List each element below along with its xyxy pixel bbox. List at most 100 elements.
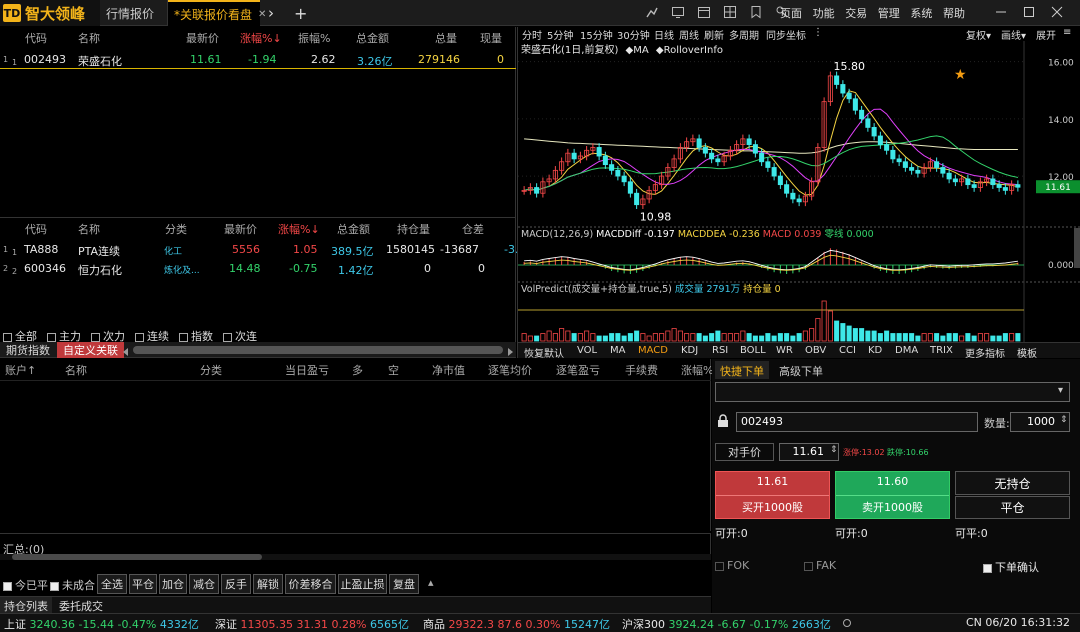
menu-function[interactable]: 功能	[813, 5, 835, 21]
col-category[interactable]: 分类	[165, 221, 187, 237]
minimize-icon[interactable]	[995, 6, 1007, 18]
buy-open-button[interactable]: 11.61 买开1000股	[715, 471, 830, 519]
expand-button[interactable]: 展开	[1036, 27, 1056, 42]
tab-orders[interactable]: 委托成交	[55, 597, 107, 613]
period-timeshare[interactable]: 分时	[522, 27, 542, 42]
table-row[interactable]: 2 2 600346 恒力石化 炼化及... 14.48 -0.75 1.42亿…	[0, 261, 516, 279]
period-day[interactable]: 日线	[654, 27, 674, 42]
indicator-trix[interactable]: TRIX	[930, 345, 953, 356]
checkbox[interactable]	[135, 332, 144, 342]
col-account[interactable]: 账户↑	[5, 362, 36, 378]
menu-icon[interactable]: ≡	[1063, 27, 1071, 38]
indicator-kdj[interactable]: KDJ	[681, 345, 698, 356]
check-today-closed[interactable]: 今已平	[3, 577, 48, 593]
col-name[interactable]: 名称	[65, 362, 87, 378]
stepper-arrows-icon[interactable]: ⇕	[830, 445, 838, 455]
menu-manage[interactable]: 管理	[878, 5, 900, 21]
menu-page[interactable]: 页面	[780, 5, 802, 21]
tab-custom-related[interactable]: 自定义关联	[57, 342, 124, 358]
adjust-dropdown[interactable]: 复权▾	[966, 27, 991, 42]
col-net-value[interactable]: 净市值	[432, 362, 465, 378]
col-short[interactable]: 空	[388, 362, 399, 378]
indicator-kd[interactable]: KD	[868, 345, 882, 356]
price-mode-button[interactable]: 对手价	[715, 443, 774, 461]
refresh-button[interactable]: 刷新	[704, 27, 724, 42]
scroll-thumb[interactable]	[12, 554, 262, 560]
col-long[interactable]: 多	[352, 362, 363, 378]
scroll-right-icon[interactable]	[506, 346, 514, 356]
fak-option[interactable]: FAK	[804, 559, 836, 572]
col-daily-pnl[interactable]: 当日盈亏	[285, 362, 329, 378]
grid-icon[interactable]	[723, 5, 737, 19]
more-icon[interactable]: ▴	[428, 576, 434, 589]
lock-icon[interactable]	[716, 414, 730, 428]
col-category[interactable]: 分类	[200, 362, 222, 378]
period-30min[interactable]: 30分钟	[617, 27, 650, 42]
indicator-obv[interactable]: OBV	[805, 345, 826, 356]
indicator-wr[interactable]: WR	[776, 345, 793, 356]
checkbox[interactable]	[223, 332, 232, 342]
tab-related-quote[interactable]: *关联报价看盘 ✕	[168, 0, 266, 26]
tab-market-quote[interactable]: 行情报价	[100, 0, 168, 26]
indicator-boll[interactable]: BOLL	[740, 345, 766, 356]
select-all-button[interactable]: 全选	[97, 574, 127, 594]
tab-futures-index[interactable]: 期货指数	[0, 342, 56, 358]
col-code[interactable]: 代码	[25, 30, 47, 46]
menu-system[interactable]: 系统	[910, 5, 932, 21]
checkbox[interactable]	[179, 332, 188, 342]
account-hscroll[interactable]	[0, 554, 711, 560]
menu-trade[interactable]: 交易	[845, 5, 867, 21]
col-change[interactable]: 涨幅%	[681, 362, 713, 378]
add-position-button[interactable]: 加仓	[159, 574, 187, 594]
bookmark-icon[interactable]	[749, 5, 763, 19]
col-pnl[interactable]: 逐笔盈亏	[556, 362, 600, 378]
checkbox[interactable]	[715, 561, 724, 571]
indicator-template[interactable]: 模板	[1017, 345, 1037, 360]
col-avg-price[interactable]: 逐笔均价	[488, 362, 532, 378]
multi-period-button[interactable]: 多周期	[729, 27, 759, 42]
screen-icon[interactable]	[671, 5, 685, 19]
unlock-button[interactable]: 解锁	[253, 574, 283, 594]
replay-button[interactable]: 复盘	[389, 574, 419, 594]
period-15min[interactable]: 15分钟	[580, 27, 613, 42]
indicator-dma[interactable]: DMA	[895, 345, 918, 356]
col-amount[interactable]: 总金额	[356, 30, 389, 46]
col-oi-change[interactable]: 仓差	[462, 221, 484, 237]
stop-profit-loss-button[interactable]: 止盈止损	[338, 574, 387, 594]
indicator-vol[interactable]: VOL	[577, 345, 597, 356]
tab-positions[interactable]: 持仓列表	[0, 597, 52, 613]
sync-axis-button[interactable]: 同步坐标	[766, 27, 806, 42]
col-change[interactable]: 涨幅%↓	[278, 221, 320, 237]
sell-open-button[interactable]: 11.60 卖开1000股	[835, 471, 950, 519]
fok-option[interactable]: FOK	[715, 559, 749, 572]
checkbox[interactable]	[804, 561, 813, 571]
col-amount[interactable]: 总金额	[337, 221, 370, 237]
settings-icon[interactable]	[842, 618, 852, 628]
col-amplitude[interactable]: 振幅%	[298, 30, 330, 46]
close-position-button[interactable]: 平仓	[955, 496, 1070, 519]
col-price[interactable]: 最新价	[224, 221, 257, 237]
calendar-icon[interactable]	[697, 5, 711, 19]
tab-quick-order[interactable]: 快捷下单	[715, 361, 769, 379]
col-price[interactable]: 最新价	[186, 30, 219, 46]
check-unfilled[interactable]: 未成合	[50, 577, 95, 593]
checkbox-checked[interactable]	[983, 563, 992, 573]
indicator-cci[interactable]: CCI	[839, 345, 856, 356]
close-position-button[interactable]: 平仓	[129, 574, 157, 594]
checkbox[interactable]	[91, 332, 100, 342]
menu-help[interactable]: 帮助	[943, 5, 965, 21]
chevron-right-icon[interactable]: ›	[262, 0, 282, 26]
col-change[interactable]: 涨幅%↓	[240, 30, 282, 46]
reverse-button[interactable]: 反手	[221, 574, 251, 594]
checkbox[interactable]	[3, 332, 12, 342]
scroll-left-icon[interactable]	[122, 346, 130, 356]
close-window-icon[interactable]	[1051, 6, 1063, 18]
table-row[interactable]: 1 1 TA888 PTA连续 化工 5556 1.05 389.5亿 1580…	[0, 242, 518, 260]
indicator-more[interactable]: 更多指标	[965, 345, 1005, 360]
indicator-macd[interactable]: MACD	[638, 345, 668, 356]
col-volume[interactable]: 总量	[435, 30, 457, 46]
order-confirm-option[interactable]: 下单确认	[983, 559, 1039, 575]
reduce-position-button[interactable]: 减仓	[189, 574, 219, 594]
spread-move-button[interactable]: 价差移合	[285, 574, 336, 594]
tab-advanced-order[interactable]: 高级下单	[774, 361, 828, 379]
